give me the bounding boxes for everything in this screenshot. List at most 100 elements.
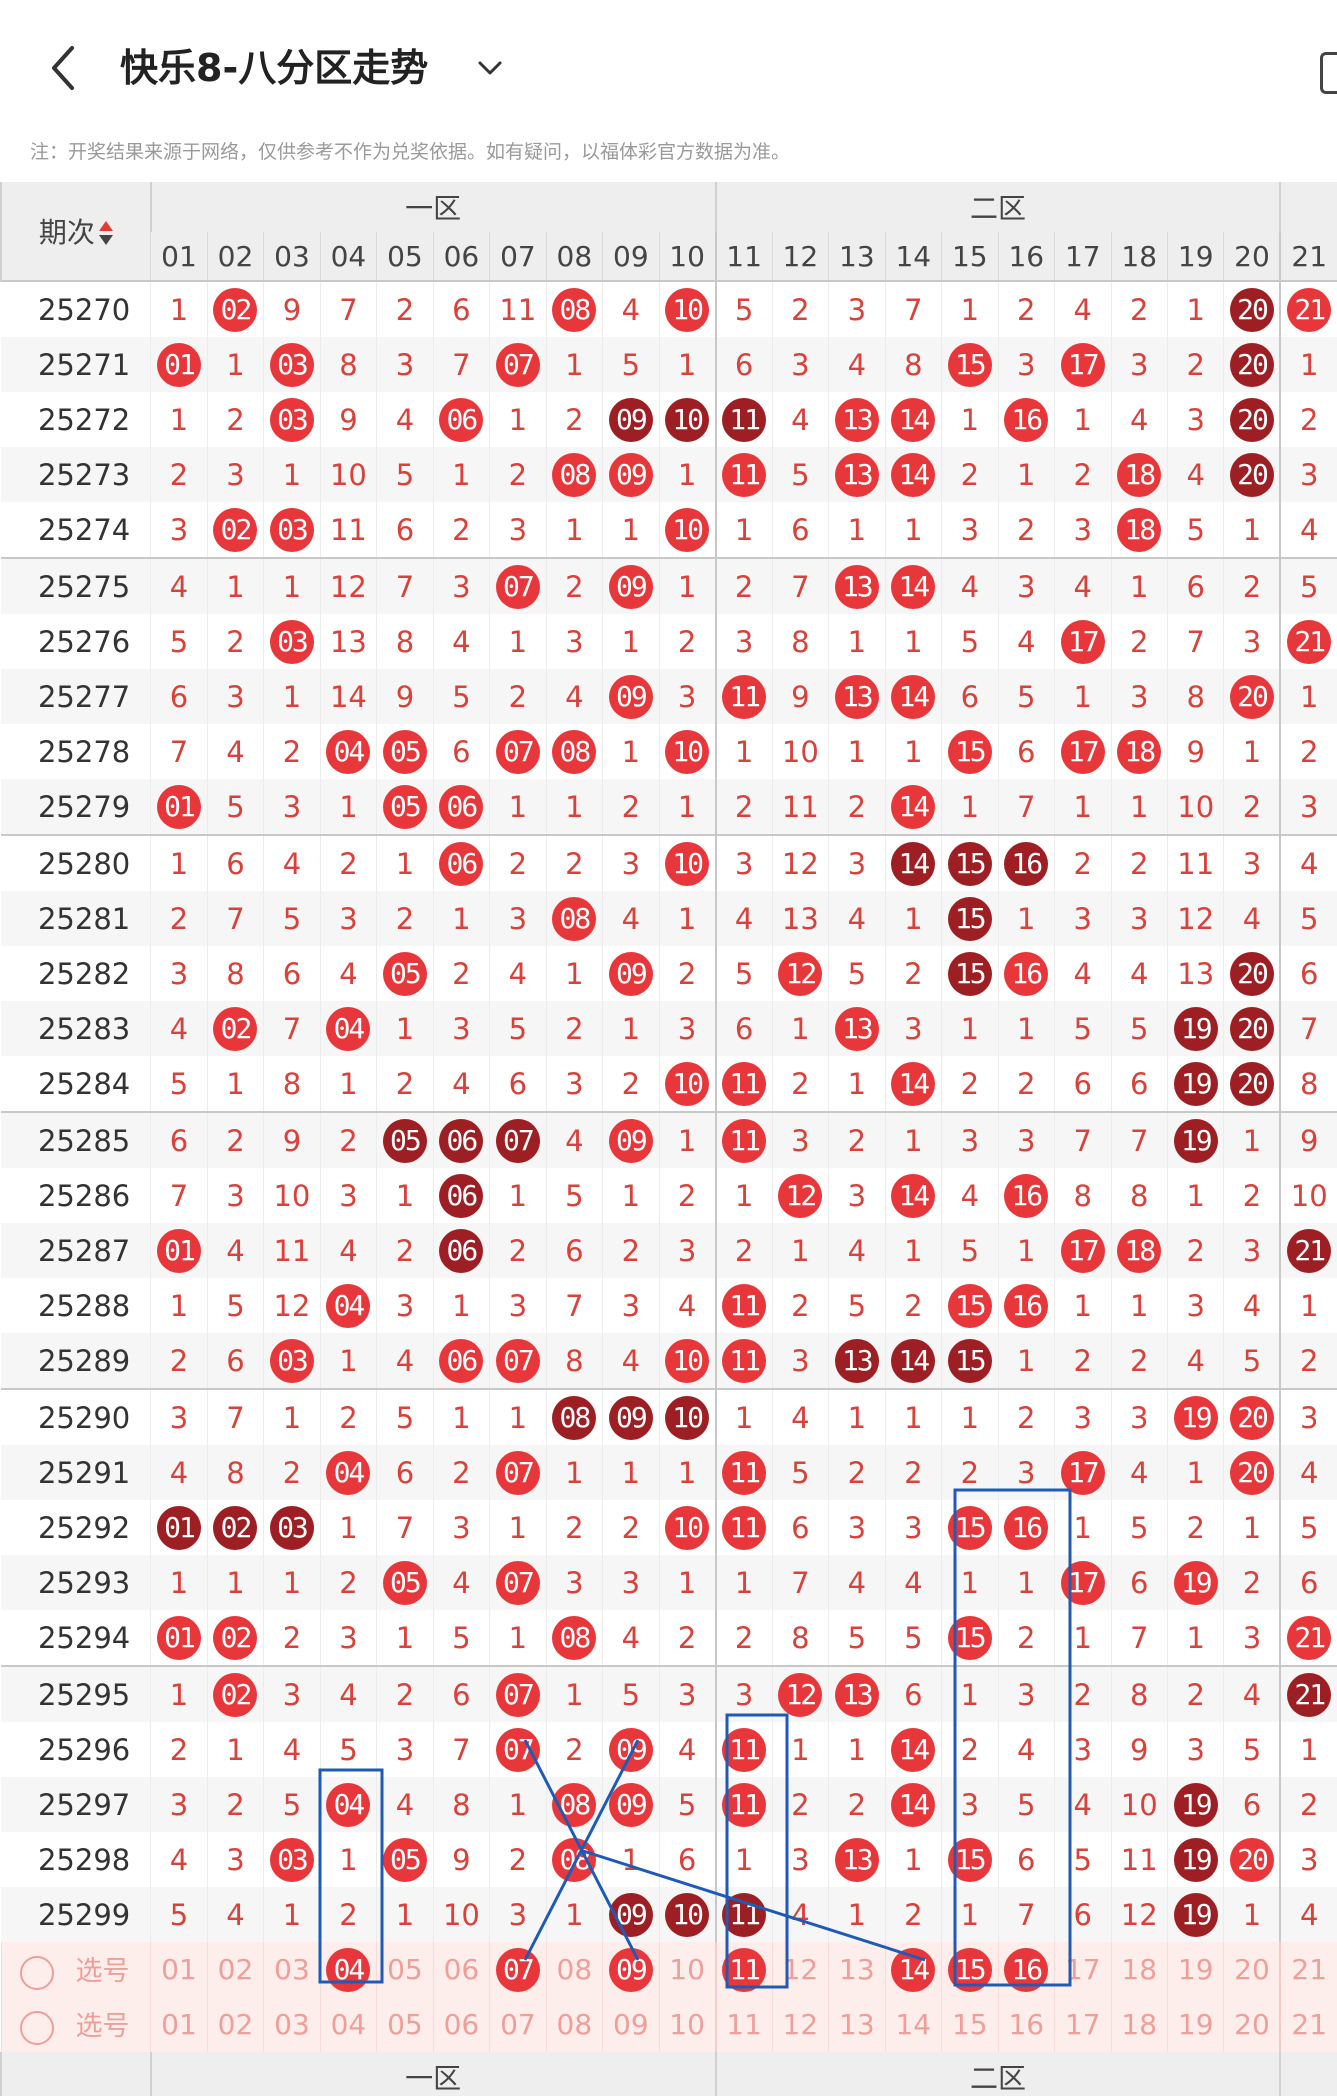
pick-number-cell[interactable]: 03 — [263, 1997, 321, 2052]
trend-cell: 5 — [489, 1001, 547, 1056]
pick-number-cell[interactable]: 18 — [1110, 1942, 1168, 1997]
trend-cell: 17 — [1054, 337, 1111, 392]
winning-number-ball: 08 — [552, 287, 597, 332]
back-arrow-icon[interactable] — [44, 40, 84, 96]
zone-header-2: 二区 — [714, 182, 1281, 232]
pick-number-cell[interactable]: 19 — [1166, 1942, 1224, 1997]
pick-number-cell[interactable]: 09 — [602, 1997, 660, 2052]
pick-number-cell[interactable]: 05 — [376, 1997, 434, 2052]
selected-number-ball[interactable]: 11 — [722, 1947, 767, 1992]
pick-number-cell[interactable]: 11 — [714, 1942, 773, 1997]
pick-number-cell[interactable]: 14 — [884, 1942, 942, 1997]
pick-number-cell[interactable]: 01 — [150, 1942, 208, 1997]
pick-number-cell[interactable]: 03 — [263, 1942, 321, 1997]
trend-cell: 08 — [545, 724, 603, 779]
pick-number-cell[interactable]: 05 — [376, 1942, 434, 1997]
pick-number-cell[interactable]: 07 — [489, 1942, 547, 1997]
selected-number-ball[interactable]: 15 — [947, 1947, 992, 1992]
period-cell: 25276 — [1, 614, 151, 669]
pick-number-cell[interactable]: 15 — [941, 1997, 999, 2052]
pick-number-cell[interactable]: 20 — [1223, 1942, 1281, 1997]
pick-number-cell[interactable]: 15 — [941, 1942, 999, 1997]
pick-number-cell[interactable]: 10 — [658, 1942, 716, 1997]
trend-cell: 6 — [432, 280, 490, 337]
period-cell: 25270 — [1, 280, 151, 337]
pick-number-cell[interactable]: 18 — [1110, 1997, 1168, 2052]
trend-cell: 2 — [1054, 834, 1111, 891]
pick-row-label-cell[interactable]: 选号 — [0, 1942, 151, 1997]
selected-number-ball[interactable]: 07 — [495, 1947, 540, 1992]
selected-number-ball[interactable]: 09 — [608, 1947, 653, 1992]
pick-number-cell[interactable]: 14 — [884, 1997, 942, 2052]
period-column-header[interactable]: 期次 — [0, 182, 151, 281]
winning-number-ball: 19 — [1173, 1782, 1218, 1827]
winning-number-ball: 08 — [552, 452, 597, 497]
selected-number-ball[interactable]: 14 — [891, 1947, 936, 1992]
pick-number-cell[interactable]: 16 — [997, 1942, 1055, 1997]
pick-number-cell[interactable]: 17 — [1054, 1997, 1111, 2052]
trend-table-container[interactable]: 期次 一区 二区 01 02 03 04 05 06 07 08 09 10 11 12 13 14 15 1… — [0, 182, 1337, 2096]
trend-cell: 1 — [263, 1555, 321, 1610]
trend-cell: 1 — [1054, 1610, 1111, 1666]
pick-number-cell[interactable]: 20 — [1223, 1997, 1281, 2052]
pick-number-cell[interactable]: 06 — [432, 1997, 490, 2052]
pick-number-cell[interactable]: 07 — [489, 1997, 547, 2052]
draw-row: 25278 7 4 2 04 05 6 07 08 1 10 1 10 1 1 15 6 17 18 9 1 2 — [1, 724, 1337, 779]
trend-cell: 1 — [489, 1500, 547, 1555]
trend-cell: 09 — [602, 392, 660, 447]
trend-cell: 5 — [602, 337, 660, 392]
trend-cell: 4 — [1110, 946, 1168, 1001]
pick-number-cell[interactable]: 12 — [771, 1942, 829, 1997]
trend-cell: 1 — [884, 1388, 942, 1445]
trend-cell: 3 — [1279, 1388, 1337, 1445]
pick-number-cell[interactable]: 12 — [771, 1997, 829, 2052]
pick-number-cell[interactable]: 17 — [1054, 1942, 1111, 1997]
selected-number-ball[interactable]: 04 — [326, 1947, 371, 1992]
draw-row: 25295 1 02 3 4 2 6 07 1 5 3 3 12 13 6 1 3 2 8 2 4 21 — [1, 1665, 1337, 1722]
chevron-down-icon[interactable] — [475, 48, 505, 88]
pick-row-label-cell[interactable]: 选号 — [0, 1997, 151, 2052]
radio-icon[interactable] — [19, 1955, 54, 1990]
trend-cell: 2 — [263, 724, 321, 779]
trend-cell: 1 — [828, 1388, 886, 1445]
pick-number-cell[interactable]: 04 — [319, 1997, 377, 2052]
pick-number-cell[interactable]: 09 — [602, 1942, 660, 1997]
trend-cell: 2 — [941, 1722, 999, 1777]
trend-cell: 1 — [941, 280, 999, 337]
zone-header-next — [1279, 182, 1337, 232]
pick-number-cell[interactable]: 13 — [828, 1997, 886, 2052]
page-title[interactable]: 快乐8-八分区走势 — [120, 40, 428, 96]
selected-number-ball[interactable]: 16 — [1004, 1947, 1049, 1992]
winning-number-ball: 09 — [608, 1118, 653, 1163]
pick-number-cell[interactable]: 02 — [206, 1997, 264, 2052]
trend-cell: 2 — [206, 1777, 264, 1832]
trend-cell: 5 — [1054, 1832, 1111, 1887]
pick-number-cell[interactable]: 13 — [828, 1942, 886, 1997]
winning-number-ball: 07 — [495, 564, 540, 609]
pick-number-cell[interactable]: 04 — [319, 1942, 377, 1997]
pick-number-cell[interactable]: 19 — [1166, 1997, 1224, 2052]
trend-cell: 09 — [602, 1722, 660, 1777]
pick-number-cell[interactable]: 21 — [1279, 1942, 1337, 1997]
pick-number-cell[interactable]: 10 — [658, 1997, 716, 2052]
trend-cell: 1 — [1223, 1111, 1281, 1168]
pick-number-cell[interactable]: 11 — [714, 1997, 773, 2052]
trend-cell: 07 — [489, 337, 547, 392]
share-icon[interactable] — [1320, 52, 1337, 94]
pick-number-cell[interactable]: 01 — [150, 1997, 208, 2052]
trend-cell: 3 — [150, 1388, 208, 1445]
sort-icon[interactable] — [98, 221, 113, 247]
trend-cell: 2 — [1279, 1777, 1337, 1832]
pick-number-cell[interactable]: 02 — [206, 1942, 264, 1997]
trend-cell: 3 — [150, 502, 208, 558]
number-header-cell: 08 — [545, 232, 603, 281]
pick-number-cell[interactable]: 21 — [1279, 1997, 1337, 2052]
trend-cell: 08 — [545, 1832, 603, 1887]
trend-cell: 16 — [997, 1278, 1055, 1333]
pick-number-cell[interactable]: 06 — [432, 1942, 490, 1997]
pick-number-cell[interactable]: 08 — [545, 1997, 603, 2052]
trend-cell: 3 — [714, 1665, 773, 1722]
pick-number-cell[interactable]: 08 — [545, 1942, 603, 1997]
pick-number-cell[interactable]: 16 — [997, 1997, 1055, 2052]
radio-icon[interactable] — [19, 2010, 54, 2045]
